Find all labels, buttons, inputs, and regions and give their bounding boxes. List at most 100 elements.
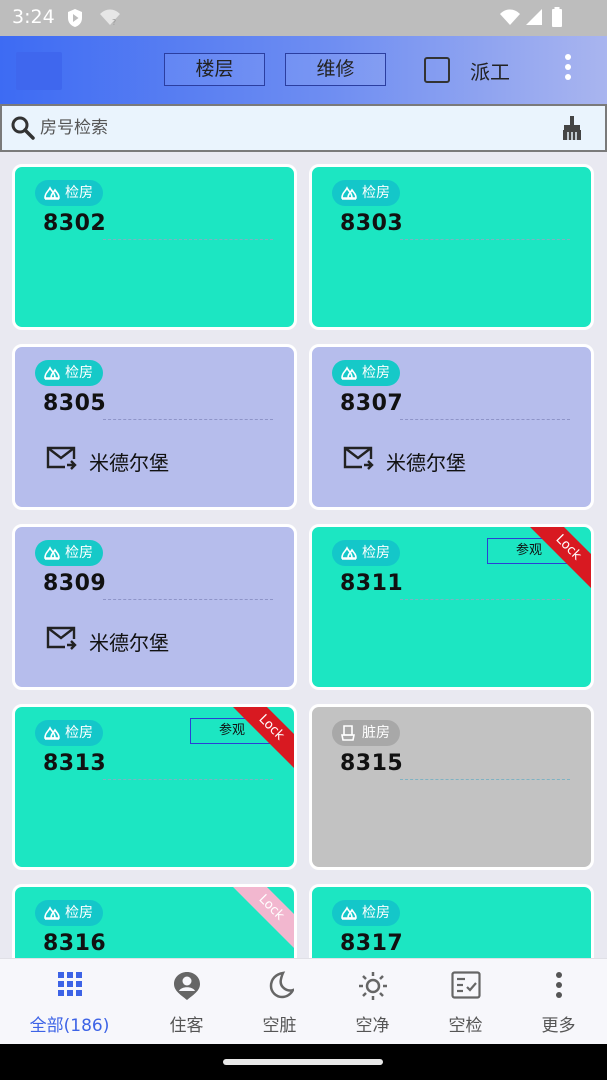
inspect-icon [43, 184, 61, 202]
lock-ribbon: Lock [227, 887, 294, 952]
nav-all[interactable]: 全部(186) [23, 959, 116, 1045]
room-status-label: 检房 [362, 365, 390, 381]
room-status-label: 检房 [362, 905, 390, 921]
mail-forward-icon [45, 445, 77, 477]
guest-name: 米德尔堡 [89, 630, 169, 655]
divider [103, 779, 273, 780]
room-card-8316[interactable]: 检房 8316 Lock [12, 884, 297, 958]
inspect-icon [340, 364, 358, 382]
shield-play-icon [66, 8, 84, 32]
room-status-label: 检房 [65, 545, 93, 561]
grid-icon [57, 971, 83, 1001]
room-grid: 检房 8302 检房 8303 检房 8305 米德尔堡 检房 8307 米德尔堡 检房 8309 米德… [0, 152, 607, 958]
divider [103, 599, 273, 600]
dispatch-checkbox[interactable] [424, 57, 450, 83]
divider [400, 779, 570, 780]
overflow-menu-icon[interactable] [560, 54, 576, 84]
divider [103, 419, 273, 420]
room-card-8302[interactable]: 检房 8302 [12, 164, 297, 330]
nav-label: 全部(186) [29, 1016, 110, 1036]
room-status-label: 检房 [362, 545, 390, 561]
room-card-8315[interactable]: 脏房 8315 [309, 704, 594, 870]
inspect-icon [43, 904, 61, 922]
room-card-8309[interactable]: 检房 8309 米德尔堡 [12, 524, 297, 690]
room-number: 8316 [43, 931, 107, 956]
nav-vacant-dirty[interactable]: 空脏 [233, 959, 326, 1045]
nav-more[interactable]: 更多 [512, 959, 605, 1045]
search-icon [10, 115, 36, 145]
room-card-8307[interactable]: 检房 8307 米德尔堡 [309, 344, 594, 510]
search-bar [0, 104, 607, 152]
divider [400, 239, 570, 240]
room-status-label: 检房 [65, 905, 93, 921]
wifi-question-icon: ? [99, 8, 121, 30]
divider [400, 419, 570, 420]
room-status-badge: 检房 [35, 720, 103, 746]
broom-clear-icon[interactable] [560, 115, 584, 145]
room-number: 8315 [340, 751, 404, 776]
room-status-badge: 检房 [35, 360, 103, 386]
tab-repair[interactable]: 维修 [285, 53, 386, 86]
room-number: 8305 [43, 391, 107, 416]
room-status-badge: 检房 [332, 900, 400, 926]
guest-row: 米德尔堡 [45, 625, 169, 657]
room-number: 8302 [43, 211, 107, 236]
guest-name: 米德尔堡 [386, 450, 466, 475]
room-status-badge: 检房 [332, 360, 400, 386]
nav-vacant-clean[interactable]: 空净 [326, 959, 419, 1045]
inspect-icon [43, 724, 61, 742]
room-number: 8311 [340, 571, 404, 596]
guest-row: 米德尔堡 [45, 445, 169, 477]
room-status-badge: 检房 [332, 180, 400, 206]
nav-label: 空检 [448, 1016, 483, 1036]
nav-label: 空脏 [262, 1016, 297, 1036]
guest-pin-icon [173, 971, 201, 1005]
room-status-label: 脏房 [362, 725, 390, 741]
room-status-badge: 检房 [332, 540, 400, 566]
room-search-input[interactable] [40, 113, 520, 143]
svg-text:?: ? [112, 18, 116, 26]
inspect-icon [340, 184, 358, 202]
inspect-icon [340, 904, 358, 922]
room-status-label: 检房 [65, 365, 93, 381]
inspect-icon [340, 544, 358, 562]
room-number: 8307 [340, 391, 404, 416]
status-bar: 3:24 ? [0, 0, 607, 36]
nav-guest[interactable]: 住客 [140, 959, 233, 1045]
room-card-8305[interactable]: 检房 8305 米德尔堡 [12, 344, 297, 510]
wifi-icon [499, 8, 521, 30]
room-card-8303[interactable]: 检房 8303 [309, 164, 594, 330]
room-status-label: 检房 [65, 185, 93, 201]
mail-forward-icon [342, 445, 374, 477]
room-status-label: 检房 [65, 725, 93, 741]
divider [400, 599, 570, 600]
app-logo [16, 52, 62, 90]
guest-name: 米德尔堡 [89, 450, 169, 475]
bottom-nav: 全部(186) 住客 空脏 空净 空检 更多 [0, 958, 607, 1044]
room-status-badge: 检房 [35, 540, 103, 566]
home-gesture-bar[interactable] [223, 1059, 383, 1065]
mail-forward-icon [45, 625, 77, 657]
more-vertical-icon [554, 971, 564, 1003]
tab-floor[interactable]: 楼层 [164, 53, 265, 86]
room-number: 8309 [43, 571, 107, 596]
inspect-icon [43, 544, 61, 562]
nav-label: 住客 [169, 1016, 204, 1036]
divider [103, 239, 273, 240]
moon-icon [266, 971, 295, 1003]
room-card-8313[interactable]: 检房 8313 参观 Lock [12, 704, 297, 870]
room-number: 8303 [340, 211, 404, 236]
room-status-badge: 脏房 [332, 720, 400, 746]
nav-vacant-inspected[interactable]: 空检 [419, 959, 512, 1045]
battery-icon [551, 7, 563, 31]
room-card-8317[interactable]: 检房 8317 [309, 884, 594, 958]
room-status-label: 检房 [362, 185, 390, 201]
room-card-8311[interactable]: 检房 8311 参观 Lock [309, 524, 594, 690]
room-status-badge: 检房 [35, 180, 103, 206]
sun-icon [358, 971, 388, 1005]
inspect-icon [43, 364, 61, 382]
dispatch-label: 派工 [470, 60, 510, 84]
nav-label: 更多 [541, 1016, 576, 1036]
checklist-icon [450, 971, 481, 1003]
system-nav-bar [0, 1044, 607, 1080]
